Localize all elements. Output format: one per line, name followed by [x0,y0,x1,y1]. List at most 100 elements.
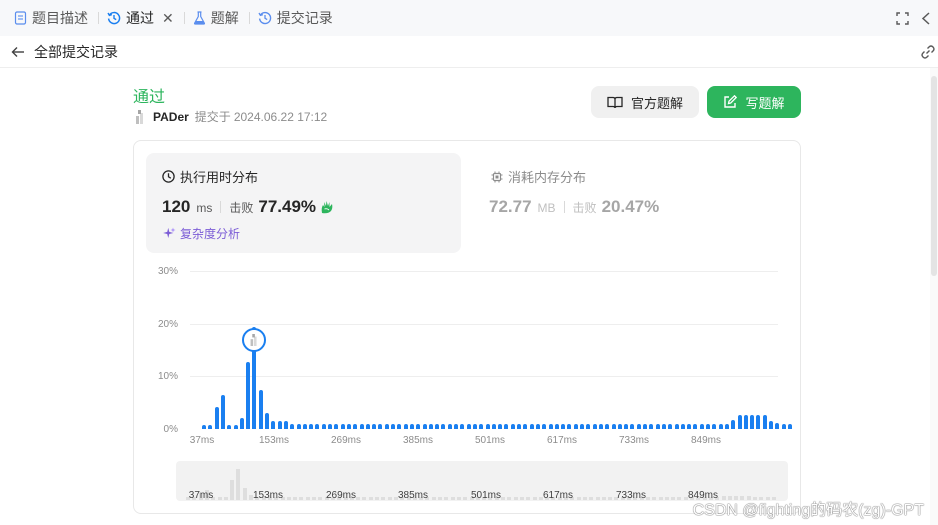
bar[interactable] [643,423,647,429]
write-solution-button[interactable]: 写题解 [707,86,801,118]
bar[interactable] [353,423,358,429]
bar[interactable] [680,423,685,429]
bar[interactable] [328,423,332,429]
bar[interactable] [466,423,471,429]
your-submission-marker[interactable] [242,328,266,352]
share-link-icon[interactable] [920,44,936,65]
bar[interactable] [441,423,446,429]
bar[interactable] [699,423,704,429]
bar[interactable] [479,423,484,429]
bar[interactable] [290,423,295,429]
bar[interactable] [384,423,389,429]
bar[interactable] [397,423,402,429]
bar[interactable] [460,423,465,429]
tab-accepted[interactable]: 通过 ✕ [107,0,180,36]
bar[interactable] [529,423,534,429]
bar[interactable] [775,422,780,429]
bar[interactable] [517,423,521,429]
bar[interactable] [762,415,767,429]
bar[interactable] [769,420,773,429]
bar[interactable] [624,423,629,429]
bar[interactable] [731,419,736,429]
bar[interactable] [542,423,547,429]
bar[interactable] [416,423,421,429]
bar[interactable] [712,423,717,429]
bar[interactable] [435,423,440,429]
bar[interactable] [630,423,635,429]
bar[interactable] [365,423,370,429]
bar[interactable] [756,415,761,429]
bar[interactable] [535,423,540,429]
bar[interactable] [472,423,477,429]
bar[interactable] [592,423,597,429]
bar[interactable] [567,423,572,429]
bar[interactable] [737,415,742,429]
bar[interactable] [409,423,414,429]
bar[interactable] [523,423,528,429]
bar[interactable] [220,394,225,429]
bar[interactable] [504,423,509,429]
bar[interactable] [561,423,566,429]
bar[interactable] [309,423,314,429]
bar[interactable] [750,415,755,429]
bar[interactable] [227,424,232,429]
bar[interactable] [202,424,206,429]
all-submissions-link[interactable]: 全部提交记录 [34,42,118,62]
bar[interactable] [611,423,616,429]
bar[interactable] [510,423,515,429]
bar[interactable] [208,424,213,429]
bar[interactable] [649,423,654,429]
bar[interactable] [334,423,339,429]
bar[interactable] [302,423,307,429]
bar[interactable] [718,423,723,429]
username[interactable]: PADer [153,110,189,124]
bar[interactable] [296,423,301,429]
tab-solutions[interactable]: 题解 [193,0,245,36]
bar[interactable] [239,418,244,429]
bar[interactable] [743,415,748,429]
bar[interactable] [372,423,377,429]
bar[interactable] [674,423,679,429]
collapse-icon[interactable] [914,11,938,25]
bar[interactable] [655,423,660,429]
bar[interactable] [271,420,276,429]
bar[interactable] [491,423,496,429]
bar[interactable] [724,423,729,429]
bar[interactable] [422,423,427,429]
bar[interactable] [403,423,408,429]
bar[interactable] [321,423,326,429]
bar[interactable] [787,423,792,429]
bar[interactable] [277,420,282,429]
bar[interactable] [548,423,553,429]
bar[interactable] [346,423,351,429]
bar[interactable] [580,423,584,429]
bar[interactable] [265,413,269,429]
bar[interactable] [359,423,364,429]
bar[interactable] [378,423,383,429]
close-icon[interactable]: ✕ [162,10,174,27]
bar[interactable] [668,423,673,429]
runtime-panel[interactable]: 执行用时分布 120 ms 击败 77.49% 复杂度分析 [146,153,461,253]
fullscreen-icon[interactable] [890,11,914,25]
bar[interactable] [214,406,219,429]
bar[interactable] [781,423,786,429]
bar[interactable] [283,420,288,429]
tab-submissions[interactable]: 提交记录 [258,0,339,36]
bar[interactable] [498,423,503,429]
bar[interactable] [706,423,710,429]
complexity-analysis-link[interactable]: 复杂度分析 [162,225,240,242]
bar[interactable] [315,423,320,429]
bar[interactable] [447,423,452,429]
bar[interactable] [233,424,238,429]
back-arrow-icon[interactable] [11,46,25,58]
bar[interactable] [391,423,395,429]
bar[interactable] [246,362,251,429]
bar[interactable] [687,423,692,429]
bar[interactable] [661,423,666,429]
bar[interactable] [636,423,641,429]
bar[interactable] [617,423,622,429]
bar[interactable] [573,423,578,429]
bar[interactable] [586,423,591,429]
bar[interactable] [258,389,263,429]
scrollbar[interactable] [930,68,938,525]
